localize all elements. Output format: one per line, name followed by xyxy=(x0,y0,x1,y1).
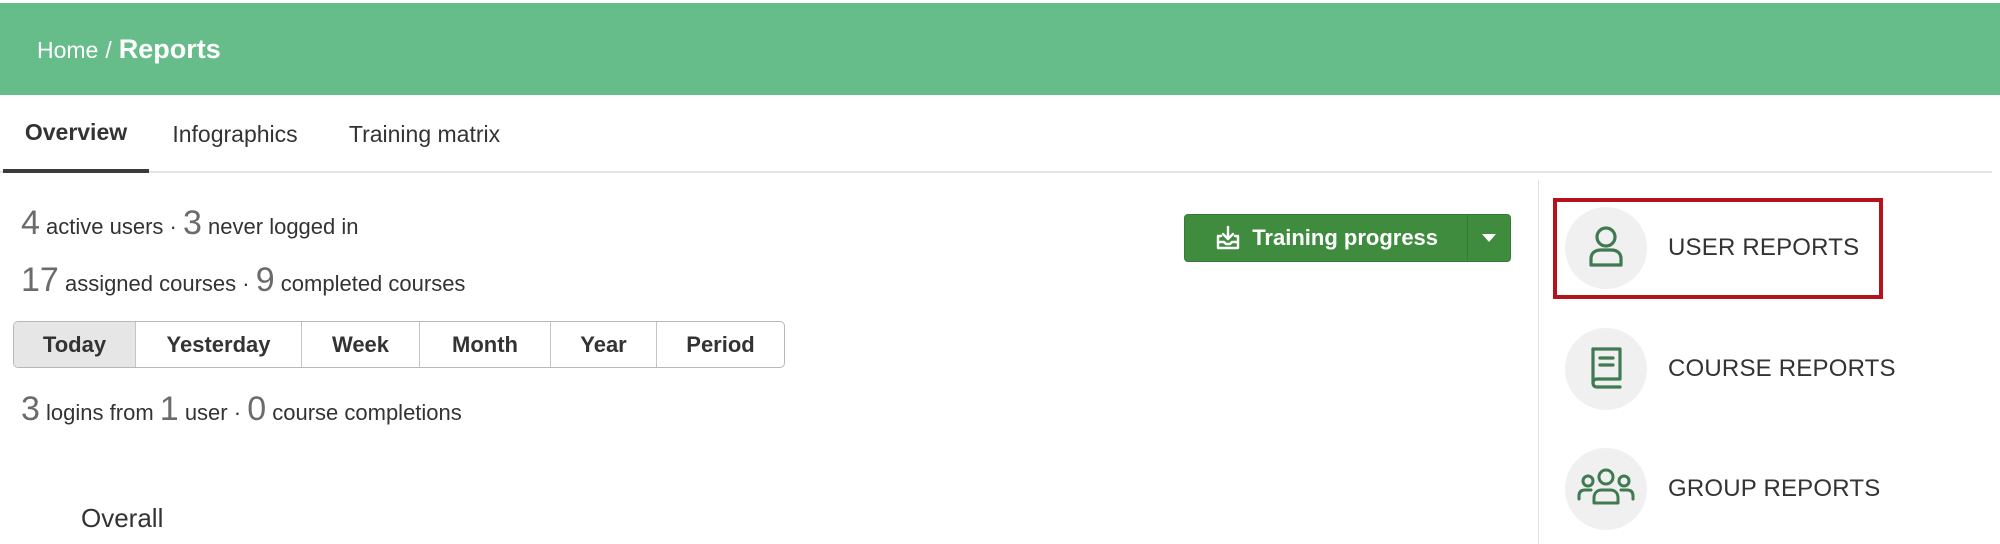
overall-heading: Overall xyxy=(81,503,164,533)
tab-training-matrix[interactable]: Training matrix xyxy=(336,112,513,173)
period-today-button[interactable]: Today xyxy=(14,322,136,367)
panel-divider xyxy=(1538,180,1539,544)
training-progress-split-button: Training progress xyxy=(1184,214,1511,262)
training-progress-label: Training progress xyxy=(1252,225,1439,250)
active-users-count: 4 xyxy=(21,204,40,242)
tab-bar: Overview Infographics Training matrix xyxy=(0,112,1992,173)
tab-overview[interactable]: Overview xyxy=(3,112,149,173)
training-progress-dropdown-toggle[interactable] xyxy=(1467,215,1510,261)
users-label: user · xyxy=(184,400,242,425)
course-reports-link[interactable]: COURSE REPORTS xyxy=(1565,328,1896,410)
period-month-button[interactable]: Month xyxy=(420,322,551,367)
period-year-button[interactable]: Year xyxy=(551,322,657,367)
training-progress-button[interactable]: Training progress xyxy=(1185,215,1467,261)
breadcrumb-current: Reports xyxy=(118,33,221,64)
completions-count: 0 xyxy=(247,390,267,428)
users-count: 1 xyxy=(159,390,179,428)
breadcrumb-separator: / xyxy=(105,36,112,63)
user-reports-label: USER REPORTS xyxy=(1668,234,1860,261)
logins-label: logins from xyxy=(46,400,154,425)
breadcrumb: Home / Reports xyxy=(37,34,221,65)
course-stats-line: 17 assigned courses · 9 completed course… xyxy=(21,261,465,300)
download-icon xyxy=(1214,224,1242,252)
course-reports-icon-circle xyxy=(1565,328,1647,410)
group-icon xyxy=(1576,461,1636,518)
group-reports-link[interactable]: GROUP REPORTS xyxy=(1565,448,1880,530)
caret-down-icon xyxy=(1482,229,1497,247)
page-header: Home / Reports xyxy=(0,3,2000,95)
user-reports-icon-circle xyxy=(1565,207,1647,289)
activity-stats-line: 3 logins from 1 user · 0 course completi… xyxy=(21,390,462,429)
period-week-button[interactable]: Week xyxy=(302,322,420,367)
user-reports-link[interactable]: USER REPORTS xyxy=(1565,207,1859,289)
completed-courses-count: 9 xyxy=(255,261,275,299)
breadcrumb-home-link[interactable]: Home xyxy=(37,37,98,64)
tab-infographics[interactable]: Infographics xyxy=(160,112,310,173)
course-reports-label: COURSE REPORTS xyxy=(1668,355,1896,382)
group-reports-icon-circle xyxy=(1565,448,1647,530)
period-period-button[interactable]: Period xyxy=(657,322,784,367)
never-logged-in-label: never logged in xyxy=(208,214,359,239)
completions-label: course completions xyxy=(272,400,462,425)
never-logged-in-count: 3 xyxy=(183,204,202,242)
assigned-courses-label: assigned courses · xyxy=(64,271,250,296)
user-icon xyxy=(1580,220,1632,277)
period-yesterday-button[interactable]: Yesterday xyxy=(136,322,302,367)
period-selector: Today Yesterday Week Month Year Period xyxy=(13,321,785,368)
active-users-label: active users · xyxy=(46,214,177,239)
group-reports-label: GROUP REPORTS xyxy=(1668,475,1881,502)
logins-count: 3 xyxy=(21,390,40,428)
book-icon xyxy=(1580,341,1632,398)
user-stats-line: 4 active users · 3 never logged in xyxy=(21,204,359,243)
completed-courses-label: completed courses xyxy=(280,271,466,296)
assigned-courses-count: 17 xyxy=(21,261,59,299)
